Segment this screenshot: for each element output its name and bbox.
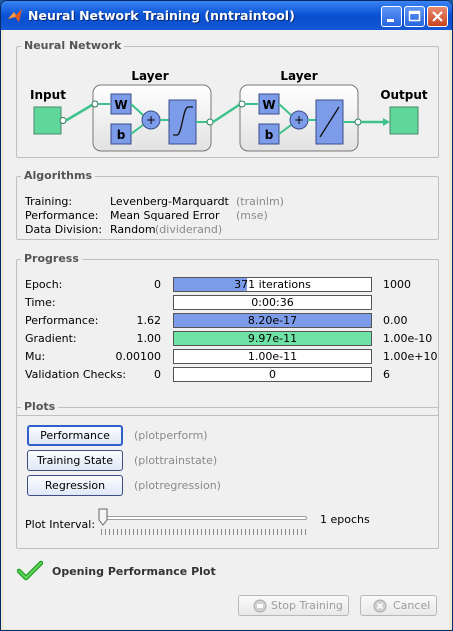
- performance-plot-fn: (plotperform): [134, 429, 208, 442]
- progress-performance-label: Performance:: [25, 314, 99, 327]
- check-icon: [17, 560, 43, 581]
- title-bar[interactable]: Neural Network Training (nntraintool): [1, 1, 452, 30]
- stop-icon: [253, 599, 267, 613]
- progress-mu-end: 1.00e+10: [383, 350, 438, 363]
- output-node: [389, 106, 419, 135]
- algorithm-division-label: Data Division:: [25, 223, 103, 236]
- training-state-plot-fn: (plottrainstate): [134, 454, 218, 467]
- regression-plot-button[interactable]: Regression: [27, 475, 123, 496]
- progress-panel: Progress Epoch: 0 371 iterations 1000 Time: 0…: [16, 252, 439, 416]
- algorithm-performance-label: Performance:: [25, 209, 99, 222]
- progress-mu-label: Mu:: [25, 350, 46, 363]
- progress-performance-start: 1.62: [136, 314, 162, 327]
- layer1-label: Layer: [131, 69, 168, 83]
- progress-time-value: 0:00:36: [251, 296, 294, 309]
- maximize-icon: [408, 10, 421, 22]
- progress-validation-checks-value: 0: [269, 368, 276, 381]
- plot-interval-slider-thumb[interactable]: [98, 508, 108, 526]
- cancel-icon: [373, 599, 387, 613]
- cancel-label: Cancel: [393, 599, 431, 612]
- svg-text:W: W: [114, 98, 127, 112]
- training-state-plot-button[interactable]: Training State: [27, 450, 123, 471]
- progress-performance-value: 8.20e-17: [247, 314, 298, 327]
- plot-interval-label: Plot Interval:: [25, 518, 96, 531]
- close-button[interactable]: [427, 6, 448, 27]
- neural-network-panel: Neural Network Input Layer W b + Layer W…: [16, 39, 439, 158]
- svg-text:W: W: [262, 98, 275, 112]
- input-label: Input: [30, 88, 66, 102]
- svg-text:+: +: [146, 113, 156, 127]
- nntraintool-window: Neural Network Training (nntraintool) Ne…: [0, 0, 453, 631]
- minimize-icon: [387, 19, 394, 22]
- algorithms-panel: Algorithms Training: Levenberg-Marquardt…: [16, 169, 439, 240]
- progress-validation-checks-start: 0: [154, 368, 161, 381]
- input-node: [33, 106, 62, 135]
- regression-plot-fn: (plotregression): [134, 479, 221, 492]
- algorithm-performance-fn: (mse): [236, 209, 268, 222]
- algorithm-division-fn: (dividerand): [155, 223, 223, 236]
- svg-text:b: b: [265, 128, 274, 142]
- progress-mu-start: 0.00100: [115, 350, 162, 363]
- window-title: Neural Network Training (nntraintool): [28, 8, 295, 23]
- progress-gradient-label: Gradient:: [25, 332, 77, 345]
- stop-training-button[interactable]: Stop Training: [238, 595, 349, 616]
- panel-title: Plots: [21, 400, 59, 413]
- progress-time-label: Time:: [25, 296, 56, 309]
- plots-panel: Plots Performance (plotperform) Training…: [16, 400, 439, 549]
- main-content: Neural Network Input Layer W b + Layer W…: [4, 30, 449, 629]
- stop-training-label: Stop Training: [271, 599, 343, 612]
- network-diagram: Input Layer W b + Layer W b + Output: [30, 69, 428, 152]
- progress-epoch-label: Epoch:: [25, 278, 63, 291]
- slider-ticks: [101, 529, 307, 535]
- algorithm-training-label: Training:: [25, 195, 73, 208]
- status-text: Opening Performance Plot: [52, 565, 216, 578]
- svg-text:+: +: [294, 113, 304, 127]
- algorithm-training-value: Levenberg-Marquardt: [110, 195, 229, 208]
- panel-title: Algorithms: [21, 169, 96, 182]
- algorithm-training-fn: (trainlm): [236, 195, 284, 208]
- close-icon: [432, 11, 443, 22]
- plot-interval-value: 1 epochs: [320, 513, 370, 526]
- performance-plot-button[interactable]: Performance: [27, 425, 123, 446]
- plot-interval-slider[interactable]: [101, 516, 307, 520]
- progress-gradient-bar: 9.97e-11: [173, 331, 372, 346]
- maximize-button[interactable]: [404, 6, 425, 27]
- output-label: Output: [380, 88, 428, 102]
- svg-text:b: b: [117, 128, 126, 142]
- progress-performance-bar: 8.20e-17: [173, 313, 372, 328]
- progress-mu-value: 1.00e-11: [247, 350, 298, 363]
- progress-validation-checks-end: 6: [383, 368, 390, 381]
- progress-gradient-start: 1.00: [136, 332, 162, 345]
- matlab-icon: [8, 9, 22, 22]
- progress-mu-bar: 1.00e-11: [173, 349, 372, 364]
- algorithm-performance-value: Mean Squared Error: [110, 209, 220, 222]
- layer2-label: Layer: [280, 69, 317, 83]
- progress-gradient-end: 1.00e-10: [383, 332, 433, 345]
- progress-epoch-bar: 371 iterations: [173, 277, 372, 292]
- panel-title: Progress: [21, 252, 82, 265]
- progress-gradient-value: 9.97e-11: [247, 332, 298, 345]
- progress-performance-end: 0.00: [383, 314, 408, 327]
- progress-epoch-end: 1000: [383, 278, 411, 291]
- algorithm-division-value: Random: [110, 223, 156, 236]
- progress-validation-checks-bar: 0: [173, 367, 372, 382]
- progress-epoch-value: 371 iterations: [234, 278, 311, 291]
- progress-epoch-start: 0: [154, 278, 161, 291]
- progress-time-bar: 0:00:36: [173, 295, 372, 310]
- cancel-button[interactable]: Cancel: [360, 595, 437, 616]
- minimize-button[interactable]: [381, 6, 402, 27]
